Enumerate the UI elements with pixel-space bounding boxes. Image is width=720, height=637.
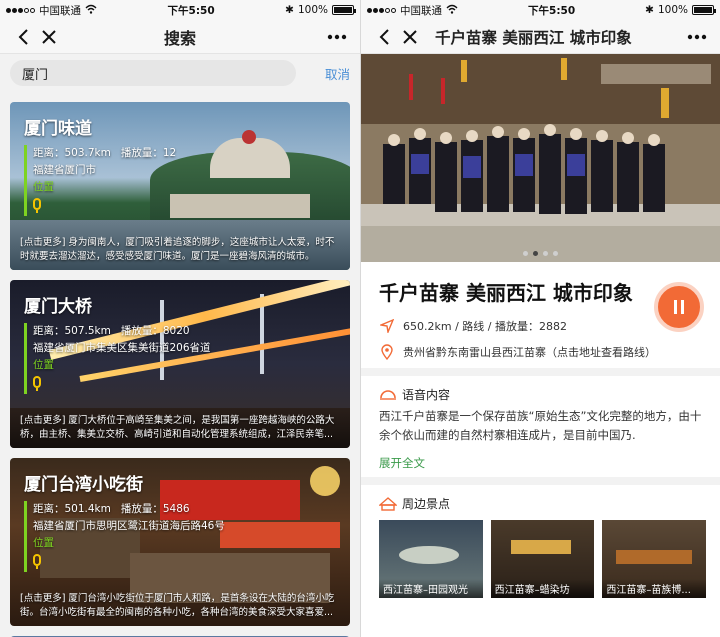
expand-full-text-link[interactable]: 展开全文: [379, 455, 706, 471]
nearby-list: 西江苗寨–田园观光 西江苗寨–蜡染坊 西江苗寨–苗族博...: [379, 520, 707, 598]
more-icon[interactable]: [324, 24, 350, 50]
back-icon[interactable]: [10, 24, 36, 50]
wifi-icon: [446, 4, 458, 17]
nearby-item[interactable]: 西江苗寨–苗族博...: [602, 520, 707, 598]
status-bar: 中国联通 下午5:50 ✱ 100%: [361, 0, 720, 20]
card-description: [点击更多] 身为闽南人，厦门吸引着追逐的脚步，这座城市让人太爱，时不时就要去溜…: [20, 237, 335, 262]
location-pin-icon: [379, 344, 395, 360]
detail-header: 千户苗寨 美丽西江 城市印象 650.2km / 路线 / 播放量：2882 贵…: [361, 262, 720, 368]
carousel-dot[interactable]: [533, 251, 538, 256]
card-distance: 距离：503.7km: [33, 147, 111, 159]
search-bar: 取消: [0, 54, 360, 92]
carousel-dot[interactable]: [543, 251, 548, 256]
back-icon[interactable]: [371, 24, 397, 50]
nearby-item[interactable]: 西江苗寨–蜡染坊: [490, 520, 595, 598]
status-time: 下午5:50: [167, 4, 215, 17]
card-plays: 播放量：12: [120, 147, 177, 159]
location-link[interactable]: 位置: [33, 181, 54, 193]
result-card[interactable]: 厦门味道 距离：503.7km 播放量：12 福建省厦门市 位置 [点击更多] 身…: [10, 102, 350, 270]
detail-title: 千户苗寨 美丽西江 城市印象: [379, 281, 633, 305]
card-meta: 距离：507.5km 播放量：8020 福建省厦门市集美区集美街道206省道 位置: [24, 323, 340, 394]
battery-percent: 100%: [297, 4, 328, 16]
page-title: 千户苗寨 美丽西江 城市印象: [435, 28, 632, 47]
close-icon[interactable]: [397, 24, 423, 50]
pause-icon: [674, 300, 677, 314]
result-card[interactable]: 厦门台湾小吃街 距离：501.4km 播放量：5486 福建省厦门市思明区鹭江街道…: [10, 458, 350, 626]
more-icon[interactable]: [684, 24, 710, 50]
signal-icon: [6, 7, 35, 13]
audio-heading: 语音内容: [402, 388, 451, 402]
nearby-spots-icon: [379, 496, 397, 511]
battery-fill: [694, 7, 712, 13]
nearby-item-label: 西江苗寨–蜡染坊: [490, 579, 595, 598]
carousel-dots: [361, 251, 720, 256]
nav-bar: 搜索: [0, 20, 360, 54]
card-address: 福建省厦门市: [33, 164, 96, 176]
location-link[interactable]: 位置: [33, 359, 54, 371]
audio-text: 西江千户苗寨是一个保存苗族“原始生态”文化完整的地方，由十余个依山而建的自然村寨…: [379, 409, 702, 442]
status-time: 下午5:50: [528, 4, 576, 17]
card-distance: 距离：501.4km: [33, 503, 111, 515]
signal-icon: [367, 7, 396, 13]
bluetooth-icon: ✱: [285, 4, 294, 16]
route-link[interactable]: （点击地址查看路线）: [546, 344, 656, 360]
card-title: 厦门台湾小吃街: [24, 475, 143, 495]
carousel-dot[interactable]: [523, 251, 528, 256]
battery-icon: [692, 5, 716, 15]
detail-stats: 650.2km / 路线 / 播放量：2882: [403, 320, 567, 333]
card-description: [点击更多] 厦门台湾小吃街位于厦门市人和路，是首条设在大陆的台湾小吃街。台湾小…: [20, 593, 335, 618]
hero-carousel[interactable]: [361, 54, 720, 262]
nearby-heading: 周边景点: [402, 497, 451, 511]
result-card[interactable]: 厦门大桥 距离：507.5km 播放量：8020 福建省厦门市集美区集美街道206…: [10, 280, 350, 448]
battery-percent: 100%: [657, 4, 688, 16]
detail-address: 贵州省黔东南雷山县西江苗寨: [403, 346, 546, 359]
address-row[interactable]: 贵州省黔东南雷山县西江苗寨 （点击地址查看路线）: [379, 344, 704, 360]
audio-content-icon: [379, 388, 397, 402]
card-plays: 播放量：5486: [120, 503, 190, 515]
carrier-label: 中国联通: [39, 4, 81, 17]
card-title: 厦门味道: [24, 119, 92, 139]
nearby-item-label: 西江苗寨–田园观光: [379, 579, 483, 598]
close-icon[interactable]: [36, 24, 62, 50]
search-screen: 中国联通 下午5:50 ✱ 100% 搜索 取消: [0, 0, 360, 637]
nearby-item[interactable]: 西江苗寨–田园观光: [379, 520, 483, 598]
audio-section: 语音内容 西江千户苗寨是一个保存苗族“原始生态”文化完整的地方，由十余个依山而建…: [361, 376, 720, 477]
card-meta: 距离：503.7km 播放量：12 福建省厦门市 位置: [24, 145, 340, 216]
cancel-button[interactable]: 取消: [296, 64, 350, 83]
navigation-arrow-icon: [379, 318, 395, 334]
battery-icon: [332, 5, 356, 15]
battery-fill: [334, 7, 352, 13]
status-bar: 中国联通 下午5:50 ✱ 100%: [0, 0, 360, 20]
carousel-dot[interactable]: [553, 251, 558, 256]
microphone-icon[interactable]: [33, 554, 41, 569]
bluetooth-icon: ✱: [645, 4, 654, 16]
nearby-item-label: 西江苗寨–苗族博...: [602, 579, 707, 598]
microphone-icon[interactable]: [33, 376, 41, 391]
detail-screen: 中国联通 下午5:50 ✱ 100% 千户苗寨 美丽西江 城市印象 千户苗寨 美…: [361, 0, 720, 637]
card-address: 福建省厦门市集美区集美街道206省道: [33, 342, 211, 354]
search-input[interactable]: [10, 60, 296, 86]
wifi-icon: [85, 4, 97, 17]
microphone-icon[interactable]: [33, 198, 41, 213]
card-address: 福建省厦门市思明区鹭江街道海后路46号: [33, 520, 225, 532]
card-distance: 距离：507.5km: [33, 325, 111, 337]
nearby-section: 周边景点 西江苗寨–田园观光 西江苗寨–蜡染坊 西江苗寨–苗族博...: [361, 485, 720, 604]
nav-bar: 千户苗寨 美丽西江 城市印象: [361, 20, 720, 54]
pause-button[interactable]: [654, 282, 704, 332]
carrier-label: 中国联通: [400, 4, 442, 17]
card-meta: 距离：501.4km 播放量：5486 福建省厦门市思明区鹭江街道海后路46号 位…: [24, 501, 340, 572]
card-plays: 播放量：8020: [120, 325, 190, 337]
card-title: 厦门大桥: [24, 297, 92, 317]
stats-row: 650.2km / 路线 / 播放量：2882: [379, 318, 704, 334]
hero-photo-choir: [361, 54, 720, 262]
location-link[interactable]: 位置: [33, 537, 54, 549]
result-list: 厦门味道 距离：503.7km 播放量：12 福建省厦门市 位置 [点击更多] 身…: [0, 92, 360, 637]
card-description: [点击更多] 厦门大桥位于高崎至集美之间，是我国第一座跨越海峡的公路大桥，由主桥…: [20, 415, 335, 440]
